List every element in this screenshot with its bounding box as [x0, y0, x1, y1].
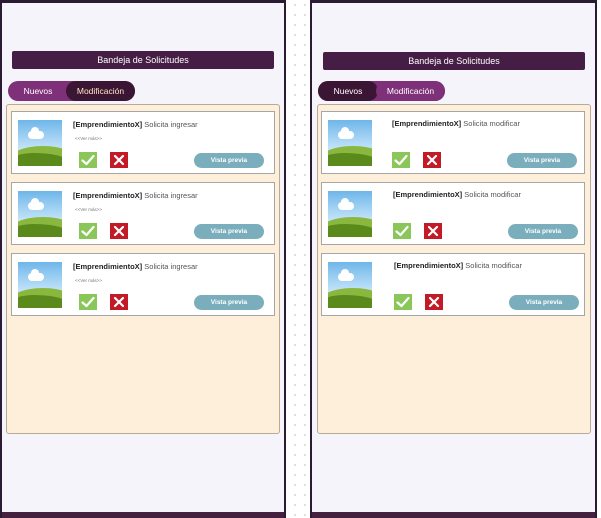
tab-bar: Nuevos Modificación [318, 81, 445, 101]
check-icon [81, 225, 95, 237]
request-title: [EmprendimientoX] Solicita ingresar [73, 262, 198, 271]
reject-button[interactable] [425, 294, 443, 310]
phone-screen-modification-requests: Bandeja de Solicitudes Nuevos Modificaci… [310, 0, 597, 518]
see-more-link[interactable]: <<Ver más>> [75, 136, 102, 141]
business-name: [EmprendimientoX] [392, 119, 462, 128]
check-icon [395, 225, 409, 237]
request-title: [EmprendimientoX] Solicita ingresar [73, 191, 198, 200]
preview-button[interactable]: Vista previa [508, 224, 578, 239]
request-title: [EmprendimientoX] Solicita modificar [394, 261, 522, 270]
request-action: Solicita modificar [463, 119, 520, 128]
close-icon [113, 296, 125, 308]
request-action: Solicita modificar [464, 190, 521, 199]
close-icon [113, 154, 125, 166]
image-placeholder-icon [328, 262, 372, 308]
close-icon [426, 154, 438, 166]
business-name: [EmprendimientoX] [73, 120, 143, 129]
request-card: [EmprendimientoX] Solicita modificar Vis… [321, 111, 585, 174]
business-name: [EmprendimientoX] [73, 262, 143, 271]
approve-button[interactable] [394, 294, 412, 310]
close-icon [113, 225, 125, 237]
business-name: [EmprendimientoX] [393, 190, 463, 199]
approve-button[interactable] [79, 223, 97, 239]
request-action: Solicita modificar [465, 261, 522, 270]
check-icon [394, 154, 408, 166]
request-title: [EmprendimientoX] Solicita modificar [393, 190, 521, 199]
tab-modificacion[interactable]: Modificación [66, 81, 135, 101]
image-placeholder-icon [18, 120, 62, 166]
request-card: [EmprendimientoX] Solicita modificar Vis… [321, 182, 585, 245]
reject-button[interactable] [424, 223, 442, 239]
check-icon [81, 154, 95, 166]
check-icon [396, 296, 410, 308]
check-icon [81, 296, 95, 308]
image-placeholder-icon [18, 191, 62, 237]
request-title: [EmprendimientoX] Solicita ingresar [73, 120, 198, 129]
request-list: [EmprendimientoX] Solicita ingresar <<Ve… [6, 104, 280, 434]
close-icon [427, 225, 439, 237]
tab-bar: Nuevos Modificación [8, 81, 135, 101]
approve-button[interactable] [79, 294, 97, 310]
preview-button[interactable]: Vista previa [509, 295, 579, 310]
tab-modificacion[interactable]: Modificación [376, 81, 445, 101]
request-card: [EmprendimientoX] Solicita ingresar <<Ve… [11, 111, 275, 174]
reject-button[interactable] [110, 294, 128, 310]
request-card: [EmprendimientoX] Solicita ingresar <<Ve… [11, 182, 275, 245]
image-placeholder-icon [328, 120, 372, 166]
request-action: Solicita ingresar [144, 120, 198, 129]
reject-button[interactable] [110, 152, 128, 168]
request-card: [EmprendimientoX] Solicita modificar Vis… [321, 253, 585, 316]
preview-button[interactable]: Vista previa [194, 153, 264, 168]
request-list: [EmprendimientoX] Solicita modificar Vis… [317, 104, 591, 434]
business-name: [EmprendimientoX] [394, 261, 464, 270]
see-more-link[interactable]: <<Ver más>> [75, 278, 102, 283]
reject-button[interactable] [110, 223, 128, 239]
approve-button[interactable] [392, 152, 410, 168]
request-card: [EmprendimientoX] Solicita ingresar <<Ve… [11, 253, 275, 316]
page-title: Bandeja de Solicitudes [323, 52, 585, 70]
see-more-link[interactable]: <<Ver más>> [75, 207, 102, 212]
page-title: Bandeja de Solicitudes [12, 51, 274, 69]
phone-screen-new-requests: Bandeja de Solicitudes Nuevos Modificaci… [0, 0, 286, 518]
tab-nuevos[interactable]: Nuevos [8, 81, 68, 101]
approve-button[interactable] [393, 223, 411, 239]
request-action: Solicita ingresar [144, 191, 198, 200]
image-placeholder-icon [328, 191, 372, 237]
business-name: [EmprendimientoX] [73, 191, 143, 200]
request-action: Solicita ingresar [144, 262, 198, 271]
preview-button[interactable]: Vista previa [194, 224, 264, 239]
approve-button[interactable] [79, 152, 97, 168]
close-icon [428, 296, 440, 308]
preview-button[interactable]: Vista previa [507, 153, 577, 168]
request-title: [EmprendimientoX] Solicita modificar [392, 119, 520, 128]
tab-nuevos[interactable]: Nuevos [318, 81, 378, 101]
preview-button[interactable]: Vista previa [194, 295, 264, 310]
image-placeholder-icon [18, 262, 62, 308]
reject-button[interactable] [423, 152, 441, 168]
